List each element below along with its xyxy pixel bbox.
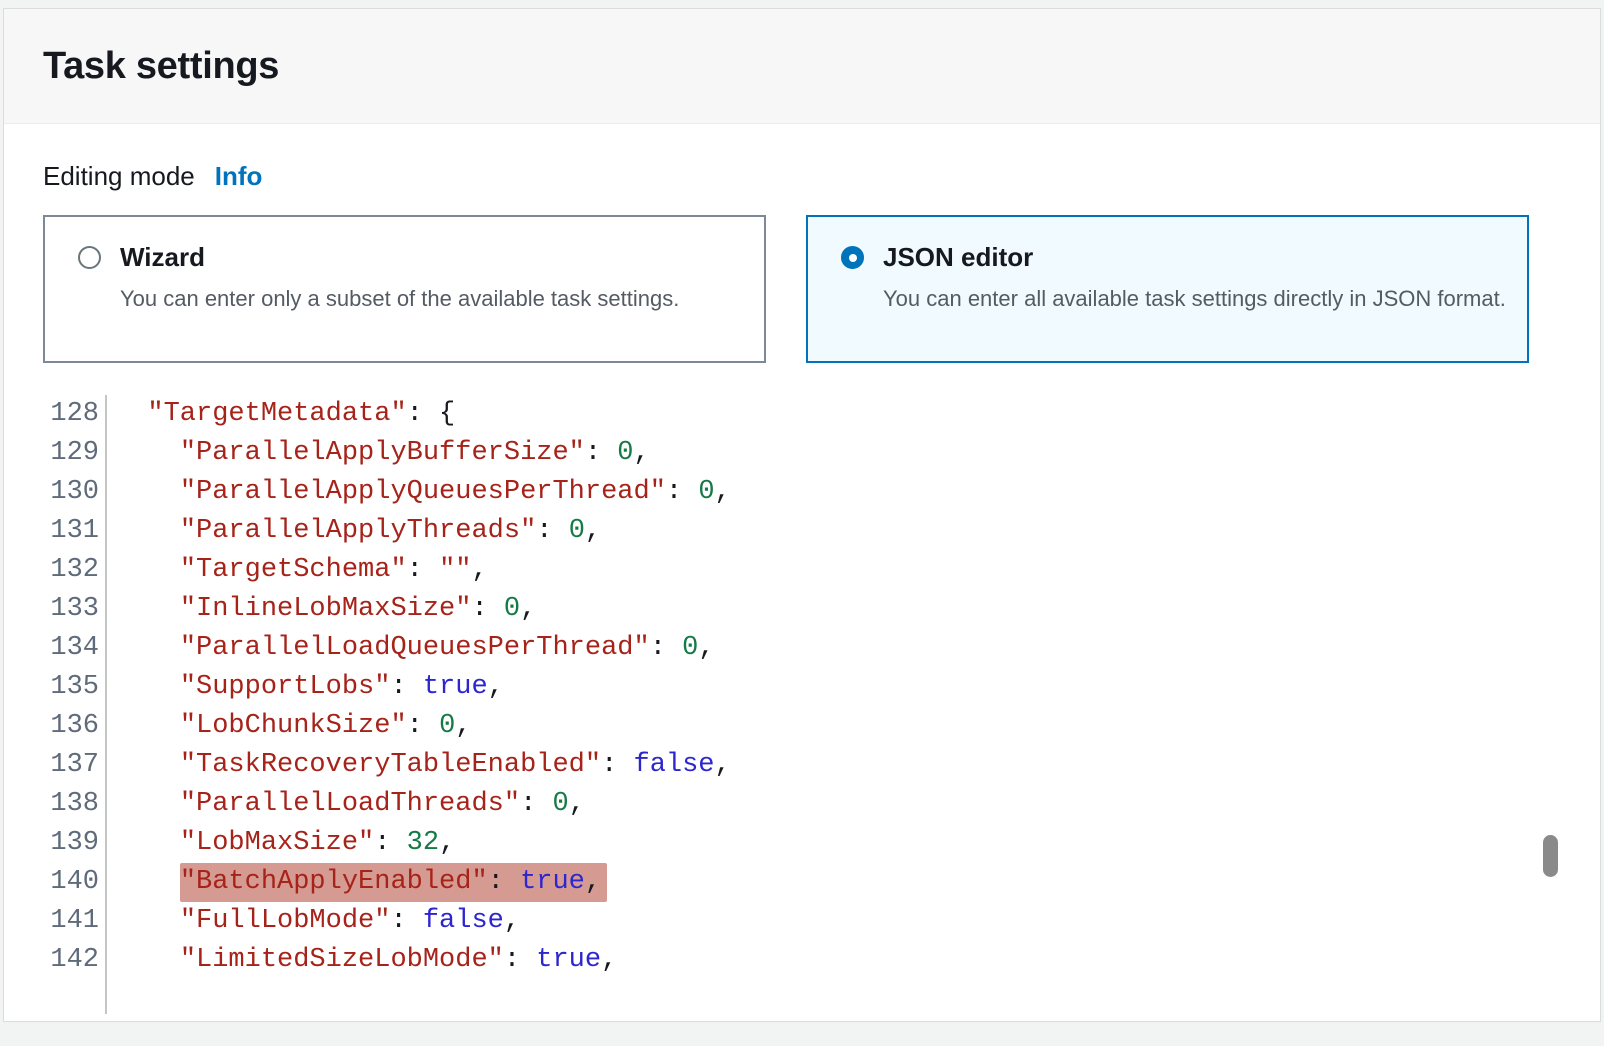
info-link[interactable]: Info bbox=[215, 161, 263, 192]
code-line-134[interactable]: 134 "ParallelLoadQueuesPerThread": 0, bbox=[43, 629, 1561, 668]
json-code-editor[interactable]: 128 "TargetMetadata": {129 "ParallelAppl… bbox=[43, 395, 1561, 1014]
code-line-142[interactable]: 142 "LimitedSizeLobMode": true, bbox=[43, 941, 1561, 980]
code-line-137[interactable]: 137 "TaskRecoveryTableEnabled": false, bbox=[43, 746, 1561, 785]
code-line-131[interactable]: 131 "ParallelApplyThreads": 0, bbox=[43, 512, 1561, 551]
code-line-content: "ParallelApplyThreads": 0, bbox=[107, 512, 601, 551]
code-line-content: "LimitedSizeLobMode": true, bbox=[107, 941, 617, 980]
code-line-132[interactable]: 132 "TargetSchema": "", bbox=[43, 551, 1561, 590]
line-number: 131 bbox=[43, 512, 107, 551]
tile-wizard-header: Wizard bbox=[78, 242, 754, 273]
code-line-content: "LobChunkSize": 0, bbox=[107, 707, 471, 746]
line-number: 130 bbox=[43, 473, 107, 512]
code-line-content: "ParallelApplyBufferSize": 0, bbox=[107, 434, 650, 473]
tile-wizard-title: Wizard bbox=[120, 242, 205, 273]
editing-mode-tiles: Wizard You can enter only a subset of th… bbox=[43, 215, 1561, 363]
code-line-content: "SupportLobs": true, bbox=[107, 668, 504, 707]
tile-json-editor-header: JSON editor bbox=[841, 242, 1517, 273]
code-line-135[interactable]: 135 "SupportLobs": true, bbox=[43, 668, 1561, 707]
container-header: Task settings bbox=[4, 9, 1600, 124]
line-number: 142 bbox=[43, 941, 107, 980]
tile-wizard[interactable]: Wizard You can enter only a subset of th… bbox=[43, 215, 766, 363]
line-number: 133 bbox=[43, 590, 107, 629]
code-line-content: "TargetMetadata": { bbox=[107, 395, 455, 434]
line-number: 136 bbox=[43, 707, 107, 746]
tile-json-editor-description: You can enter all available task setting… bbox=[883, 282, 1517, 315]
line-number: 137 bbox=[43, 746, 107, 785]
code-line-136[interactable]: 136 "LobChunkSize": 0, bbox=[43, 707, 1561, 746]
line-number: 141 bbox=[43, 902, 107, 941]
code-line-content: "ParallelLoadQueuesPerThread": 0, bbox=[107, 629, 715, 668]
code-line-129[interactable]: 129 "ParallelApplyBufferSize": 0, bbox=[43, 434, 1561, 473]
line-number: 132 bbox=[43, 551, 107, 590]
editing-mode-field: Editing mode Info bbox=[43, 161, 1561, 192]
code-line-content: "BatchApplyEnabled": true, bbox=[107, 863, 607, 902]
highlighted-code: "BatchApplyEnabled": true, bbox=[180, 863, 607, 902]
radio-json-editor[interactable] bbox=[841, 246, 864, 269]
code-line-content: "TaskRecoveryTableEnabled": false, bbox=[107, 746, 731, 785]
line-number-empty bbox=[43, 980, 107, 1014]
editing-mode-label: Editing mode bbox=[43, 161, 195, 192]
code-line-139[interactable]: 139 "LobMaxSize": 32, bbox=[43, 824, 1561, 863]
code-line-content: "InlineLobMaxSize": 0, bbox=[107, 590, 536, 629]
tile-json-editor[interactable]: JSON editor You can enter all available … bbox=[806, 215, 1529, 363]
code-line-128[interactable]: 128 "TargetMetadata": { bbox=[43, 395, 1561, 434]
code-line-130[interactable]: 130 "ParallelApplyQueuesPerThread": 0, bbox=[43, 473, 1561, 512]
editor-gutter-tail bbox=[43, 980, 1561, 1014]
scrollbar-thumb[interactable] bbox=[1543, 835, 1558, 877]
code-line-133[interactable]: 133 "InlineLobMaxSize": 0, bbox=[43, 590, 1561, 629]
code-line-140[interactable]: 140 "BatchApplyEnabled": true, bbox=[43, 863, 1561, 902]
task-settings-container: Task settings Editing mode Info Wizard Y… bbox=[3, 8, 1601, 1022]
code-line-content: "TargetSchema": "", bbox=[107, 551, 488, 590]
code-line-content: "ParallelLoadThreads": 0, bbox=[107, 785, 585, 824]
line-number: 129 bbox=[43, 434, 107, 473]
tile-wizard-description: You can enter only a subset of the avail… bbox=[120, 282, 754, 315]
code-line-141[interactable]: 141 "FullLobMode": false, bbox=[43, 902, 1561, 941]
tile-json-editor-title: JSON editor bbox=[883, 242, 1033, 273]
radio-wizard[interactable] bbox=[78, 246, 101, 269]
code-line-content: "LobMaxSize": 32, bbox=[107, 824, 455, 863]
line-number: 139 bbox=[43, 824, 107, 863]
page-title: Task settings bbox=[43, 45, 279, 88]
line-number: 128 bbox=[43, 395, 107, 434]
code-line-138[interactable]: 138 "ParallelLoadThreads": 0, bbox=[43, 785, 1561, 824]
line-number: 134 bbox=[43, 629, 107, 668]
line-number: 135 bbox=[43, 668, 107, 707]
line-number: 140 bbox=[43, 863, 107, 902]
container-body: Editing mode Info Wizard You can enter o… bbox=[4, 161, 1600, 1014]
code-line-content: "FullLobMode": false, bbox=[107, 902, 520, 941]
code-line-content: "ParallelApplyQueuesPerThread": 0, bbox=[107, 473, 731, 512]
line-number: 138 bbox=[43, 785, 107, 824]
